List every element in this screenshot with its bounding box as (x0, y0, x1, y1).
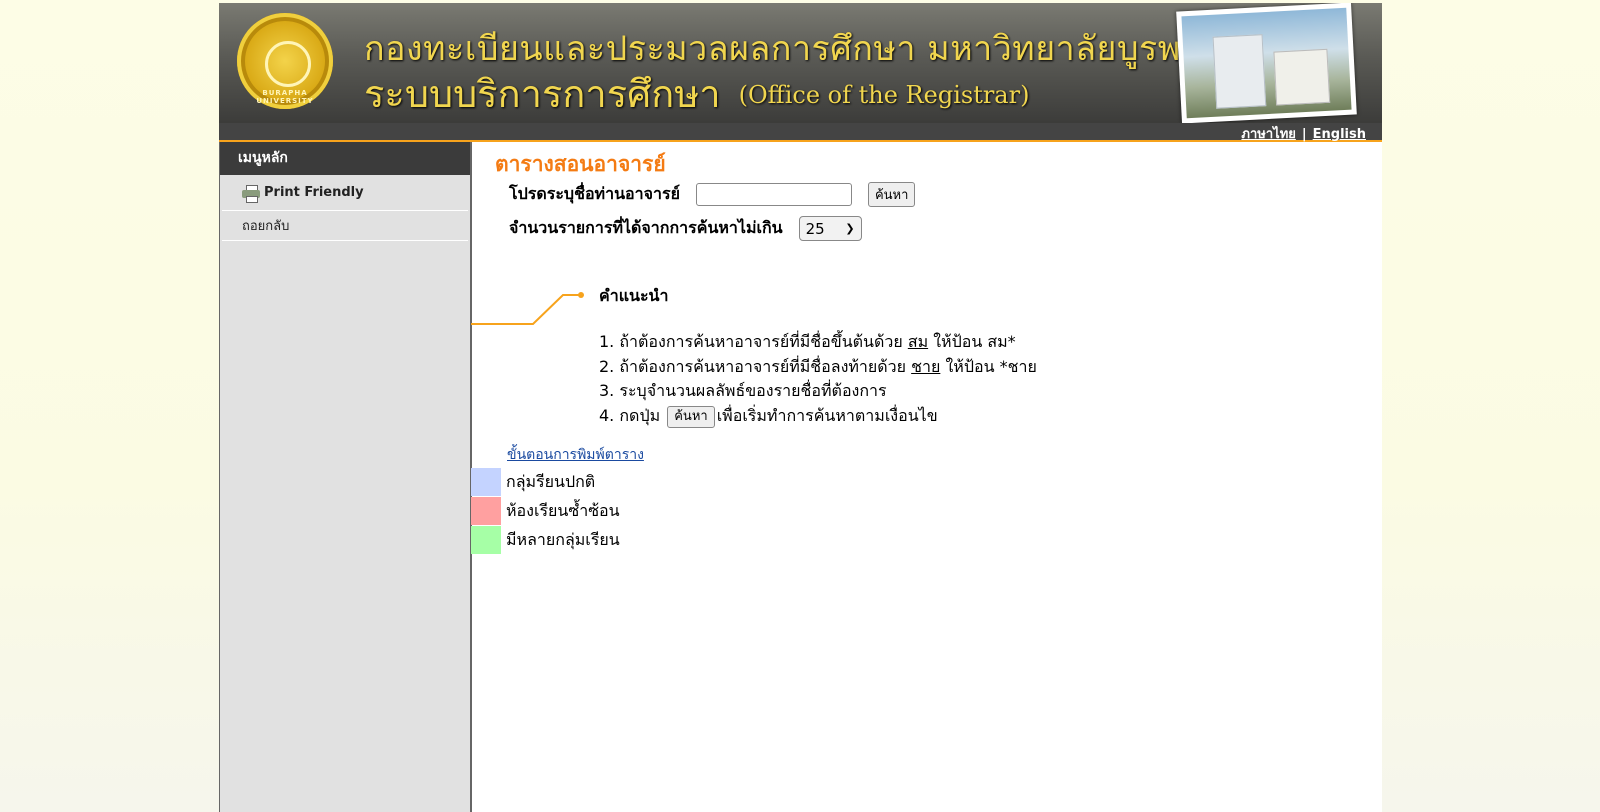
legend-item-duplicate-room: ห้องเรียนซ้ำซ้อน (471, 497, 620, 525)
legend-item-multiple-groups: มีหลายกลุ่มเรียน (471, 526, 620, 554)
chevron-down-icon: ❯ (845, 222, 855, 235)
legend-swatch (471, 468, 501, 496)
sidebar-item-back[interactable]: ถอยกลับ (222, 211, 468, 241)
name-label: โปรดระบุชื่อท่านอาจารย์ (509, 184, 680, 203)
banner-subtitle: ระบบบริการการศึกษา (Office of the Registr… (364, 72, 1030, 116)
sidebar-item-print-friendly[interactable]: Print Friendly (222, 175, 468, 211)
sidebar: เมนูหลัก Print Friendly ถอยกลับ (219, 142, 472, 812)
legend-item-normal: กลุ่มรียนปกติ (471, 468, 595, 496)
page-title: ตารางสอนอาจารย์ (495, 152, 666, 176)
sidebar-item-label: ถอยกลับ (242, 219, 290, 234)
search-button[interactable]: ค้นหา (867, 182, 916, 207)
guide-steps: 1. ถ้าต้องการค้นหาอาจารย์ที่มีชื่อขึ้นต้… (599, 330, 1037, 428)
language-bar: ภาษาไทย | English (219, 123, 1382, 142)
inline-search-button: ค้นหา (667, 405, 715, 428)
list-item: 2. ถ้าต้องการค้นหาอาจารย์ที่มีชื่อลงท้าย… (599, 356, 1037, 376)
header-banner: BURAPHA UNIVERSITY กองทะเบียนและประมวลผล… (219, 3, 1382, 123)
printer-icon (242, 184, 260, 203)
page: BURAPHA UNIVERSITY กองทะเบียนและประมวลผล… (219, 3, 1382, 812)
result-limit-select[interactable]: 25 ❯ (798, 216, 862, 241)
limit-row: จำนวนรายการที่ได้จากการค้นหาไม่เกิน 25 ❯ (509, 216, 862, 241)
building-photo (1176, 3, 1357, 123)
teacher-name-input[interactable] (695, 183, 852, 206)
sidebar-heading: เมนูหลัก (220, 142, 470, 175)
name-search-row: โปรดระบุชื่อท่านอาจารย์ ค้นหา (509, 182, 916, 207)
guide-connector (471, 292, 584, 325)
sidebar-item-label: Print Friendly (264, 185, 364, 200)
print-steps-link[interactable]: ขั้นตอนการพิมพ์ตาราง (507, 444, 644, 466)
legend-swatch (471, 526, 501, 554)
list-item: 4. กดปุ่ม ค้นหา เพื่อเริ่มทำการค้นหาตามเง… (599, 404, 1037, 429)
lang-english-link[interactable]: English (1313, 127, 1366, 142)
main-content: ตารางสอนอาจารย์ โปรดระบุชื่อท่านอาจารย์ … (471, 142, 1382, 812)
legend-swatch (471, 497, 501, 525)
list-item: 1. ถ้าต้องการค้นหาอาจารย์ที่มีชื่อขึ้นต้… (599, 332, 1016, 351)
university-logo: BURAPHA UNIVERSITY (237, 13, 333, 109)
limit-label: จำนวนรายการที่ได้จากการค้นหาไม่เกิน (509, 218, 783, 237)
list-item: 3. ระบุจำนวนผลลัพธ์ของรายชื่อที่ต้องการ (599, 381, 887, 400)
lang-thai-link[interactable]: ภาษาไทย (1241, 127, 1295, 142)
guide-title: คำแนะนำ (599, 286, 669, 305)
